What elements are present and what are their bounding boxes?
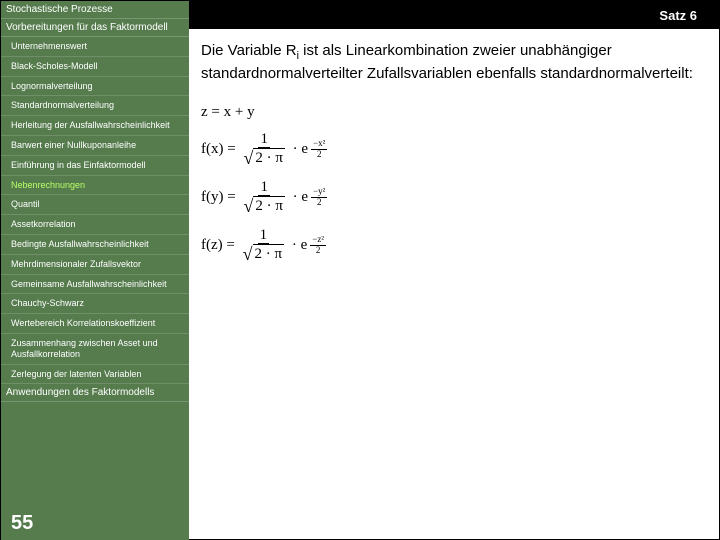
sidebar-item-einfuehrung[interactable]: Einführung in das Einfaktormodell bbox=[1, 156, 189, 176]
two: 2 bbox=[315, 150, 324, 160]
sqrt-icon: √ 2 · π bbox=[243, 244, 284, 265]
page-number: 55 bbox=[11, 512, 33, 535]
y-squared: y² bbox=[318, 186, 325, 196]
dot-e: · e bbox=[292, 237, 307, 254]
sidebar-item-standardnormal[interactable]: Standardnormalverteilung bbox=[1, 96, 189, 116]
sqrt-body: 2 · π bbox=[253, 148, 285, 169]
fraction-icon: 1 √ 2 · π bbox=[241, 131, 286, 169]
eq-fx-lhs: f(x) = bbox=[201, 141, 236, 158]
slide: Stochastische Prozesse Vorbereitungen fü… bbox=[0, 0, 720, 540]
theorem-text: Die Variable Ri ist als Linearkombinatio… bbox=[201, 41, 709, 84]
sidebar-item-barwert[interactable]: Barwert einer Nullkuponanleihe bbox=[1, 136, 189, 156]
dot-e: · e bbox=[293, 141, 308, 158]
sidebar-items: Unternehmenswert Black-Scholes-Modell Lo… bbox=[1, 37, 189, 384]
sidebar-item-herleitung[interactable]: Herleitung der Ausfallwahrscheinlichkeit bbox=[1, 116, 189, 136]
main-content: Die Variable Ri ist als Linearkombinatio… bbox=[201, 41, 709, 275]
sidebar-item-lognormal[interactable]: Lognormalverteilung bbox=[1, 77, 189, 97]
eq-fy: f(y) = 1 √ 2 · π · e −y² 2 bbox=[201, 179, 709, 217]
header-bar: Satz 6 bbox=[189, 1, 720, 29]
exponent-x: −x² 2 bbox=[309, 139, 329, 160]
sidebar-item-mehrdim[interactable]: Mehrdimensionaler Zufallsvektor bbox=[1, 255, 189, 275]
sidebar-item-unternehmenswert[interactable]: Unternehmenswert bbox=[1, 37, 189, 57]
radical-icon: √ bbox=[243, 245, 253, 266]
eq-fz-lhs: f(z) = bbox=[201, 237, 235, 254]
exponent-y: −y² 2 bbox=[309, 187, 329, 208]
radical-icon: √ bbox=[243, 149, 253, 170]
z-squared: z² bbox=[317, 234, 324, 244]
sidebar-item-zusammenhang[interactable]: Zusammenhang zwischen Asset und Ausfallk… bbox=[1, 334, 189, 365]
sidebar-item-black-scholes[interactable]: Black-Scholes-Modell bbox=[1, 57, 189, 77]
exponent-z: −z² 2 bbox=[308, 235, 328, 256]
frac-den: √ 2 · π bbox=[241, 196, 286, 217]
sidebar-item-assetkorrelation[interactable]: Assetkorrelation bbox=[1, 215, 189, 235]
x-squared: x² bbox=[318, 138, 325, 148]
sidebar-item-bedingte[interactable]: Bedingte Ausfallwahrscheinlichkeit bbox=[1, 235, 189, 255]
two: 2 bbox=[315, 198, 324, 208]
frac-num: 1 bbox=[258, 227, 270, 245]
sidebar-item-zerlegung[interactable]: Zerlegung der latenten Variablen bbox=[1, 365, 189, 385]
eq-line1: z = x + y bbox=[201, 104, 709, 121]
frac-num: 1 bbox=[258, 131, 270, 149]
radical-icon: √ bbox=[243, 197, 253, 218]
sqrt-icon: √ 2 · π bbox=[243, 148, 284, 169]
equation-block: z = x + y f(x) = 1 √ 2 · π · e −x² bbox=[201, 104, 709, 265]
eq-fy-lhs: f(y) = bbox=[201, 189, 236, 206]
frac-den: √ 2 · π bbox=[241, 244, 286, 265]
fraction-icon: 1 √ 2 · π bbox=[241, 227, 286, 265]
sidebar-section-anwendungen[interactable]: Anwendungen des Faktormodells bbox=[1, 384, 189, 402]
sidebar-item-wertebereich[interactable]: Wertebereich Korrelationskoeffizient bbox=[1, 314, 189, 334]
para-t1: Die Variable R bbox=[201, 42, 297, 59]
sqrt-icon: √ 2 · π bbox=[243, 196, 284, 217]
eq-fx: f(x) = 1 √ 2 · π · e −x² 2 bbox=[201, 131, 709, 169]
sidebar: Stochastische Prozesse Vorbereitungen fü… bbox=[1, 1, 189, 540]
sqrt-body: 2 · π bbox=[253, 244, 285, 265]
eq-fz: f(z) = 1 √ 2 · π · e −z² 2 bbox=[201, 227, 709, 265]
sidebar-section-stochastic[interactable]: Stochastische Prozesse bbox=[1, 1, 189, 19]
sidebar-item-quantil[interactable]: Quantil bbox=[1, 195, 189, 215]
frac-num: 1 bbox=[258, 179, 270, 197]
header-title: Satz 6 bbox=[659, 8, 697, 23]
sidebar-section-vorbereitungen[interactable]: Vorbereitungen für das Faktormodell bbox=[1, 19, 189, 37]
sidebar-item-nebenrechnungen[interactable]: Nebenrechnungen bbox=[1, 176, 189, 196]
sidebar-item-chauchy[interactable]: Chauchy-Schwarz bbox=[1, 294, 189, 314]
frac-den: √ 2 · π bbox=[241, 148, 286, 169]
dot-e: · e bbox=[293, 189, 308, 206]
sqrt-body: 2 · π bbox=[253, 196, 285, 217]
fraction-icon: 1 √ 2 · π bbox=[241, 179, 286, 217]
sidebar-item-gemeinsame[interactable]: Gemeinsame Ausfallwahrscheinlichkeit bbox=[1, 275, 189, 295]
two: 2 bbox=[314, 246, 323, 256]
